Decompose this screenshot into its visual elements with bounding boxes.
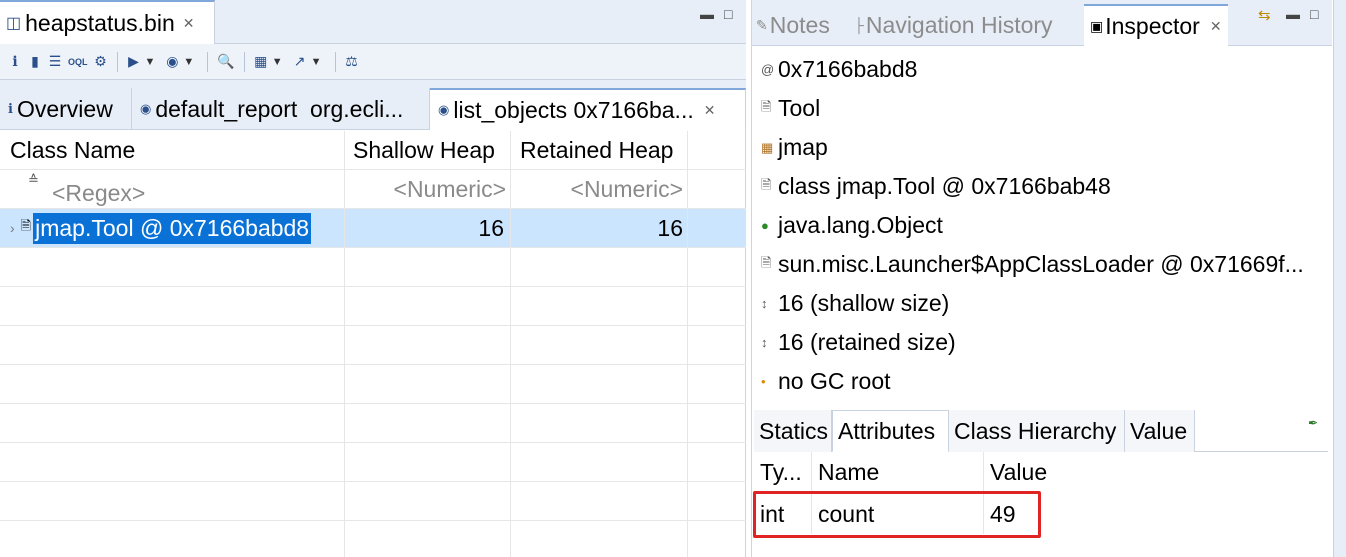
property-class-name: 🗎 Tool [761,95,821,121]
link-with-editor-icon[interactable]: ⇆ [1258,6,1271,24]
tab-inspector[interactable]: ▣ Inspector ✕ [1084,4,1228,46]
tab-notes[interactable]: ✎ Notes [756,4,830,46]
side-panel-edge [1333,0,1346,557]
shallow-heap-filter[interactable]: <Numeric> [345,170,511,208]
empty-row [0,248,746,287]
heap-dump-overview-icon[interactable]: ⚙ [94,53,108,70]
tab-default-report[interactable]: ◉ default_report org.ecli... [132,88,430,130]
filter-row: ≙ <Regex> <Numeric> <Numeric> [0,170,746,209]
chevron-down-icon[interactable]: ▼ [311,56,322,68]
retained-heap-value: 16 [511,209,688,247]
superclass-icon: ● [761,218,769,233]
maximize-icon[interactable]: □ [724,6,732,22]
class-file-icon: 🗎 [761,98,772,114]
object-name: jmap.Tool @ 0x7166babd8 [33,212,312,244]
empty-row [0,443,746,482]
objects-table: Class Name Shallow Heap Retained Heap ≙ … [0,131,746,557]
table-header: Class Name Shallow Heap Retained Heap [0,131,746,170]
property-package: ▦ jmap [761,134,828,160]
tab-class-hierarchy[interactable]: Class Hierarchy [949,410,1125,452]
close-icon[interactable]: ✕ [1210,18,1222,35]
search-icon[interactable]: 🔍 [217,53,234,70]
size-icon: ↕ [761,296,768,311]
calculator-icon[interactable]: ▦ [254,53,268,70]
maximize-icon[interactable]: □ [1310,6,1318,22]
property-classloader: 🗎 sun.misc.Launcher$AppClassLoader @ 0x7… [761,251,1304,277]
class-name-filter[interactable]: ≙ <Regex> [0,170,345,208]
property-superclass: ● java.lang.Object [761,212,943,238]
inspector-icon: ▣ [1090,17,1104,34]
minimize-icon[interactable]: ▬ [1286,6,1300,22]
property-address: @ 0x7166babd8 [761,56,918,82]
column-header-name[interactable]: Name [812,452,984,492]
chevron-down-icon[interactable]: ▼ [272,56,283,68]
tab-statics[interactable]: Statics [754,410,832,452]
column-header-class-name[interactable]: Class Name [0,131,345,169]
address-icon: @ [761,62,775,77]
gc-root-icon: • [761,374,766,389]
empty-row [0,404,746,443]
property-shallow-size: ↕ 16 (shallow size) [761,290,950,316]
histogram-icon[interactable]: ▮ [28,53,42,70]
tab-attributes[interactable]: Attributes [832,410,949,452]
filter-icon: ≙ [28,172,39,187]
empty-row [0,287,746,326]
editor-tab-label: heapstatus.bin [25,9,175,36]
classloader-icon: 🗎 [761,254,772,270]
highlight-annotation [753,491,1041,538]
table-row[interactable]: › 🗎 jmap.Tool @ 0x7166babd8 16 16 [0,209,746,248]
property-gc-root: • no GC root [761,368,891,394]
editor-tabbar: ◫ heapstatus.bin ✕ ▬ □ [0,0,746,44]
heap-dump-icon: ◫ [6,15,22,32]
attribute-tabs: Statics Attributes Class Hierarchy Value… [754,410,1328,452]
editor-toolbar: i ▮ ☰ OQL ⚙ ▶ ▼ ◉ ▼ 🔍 ▦ ▼ ↗ ▼ ⚖ [0,44,746,80]
navigation-history-icon: ├ [854,17,864,33]
empty-row [0,482,746,521]
property-retained-size: ↕ 16 (retained size) [761,329,956,355]
notes-icon: ✎ [756,16,768,33]
pin-icon[interactable]: ✒ [1308,416,1318,430]
column-header-shallow-heap[interactable]: Shallow Heap [345,131,511,169]
query-icon: ◉ [438,102,450,117]
column-header-value[interactable]: Value [984,452,1328,492]
size-icon: ↕ [761,335,768,350]
property-class-object: 🗎 class jmap.Tool @ 0x7166bab48 [761,173,1111,199]
empty-row [0,326,746,365]
group-by-icon[interactable]: ⚖ [345,53,359,70]
export-icon[interactable]: ↗ [293,53,307,70]
close-icon[interactable]: ✕ [704,102,716,119]
close-icon[interactable]: ✕ [183,15,195,32]
column-header-type[interactable]: Ty... [754,452,812,492]
retained-heap-filter[interactable]: <Numeric> [511,170,688,208]
tab-value[interactable]: Value [1125,410,1195,452]
oql-icon[interactable]: OQL [68,57,88,67]
chevron-down-icon[interactable]: ▼ [145,56,156,68]
dominator-tree-icon[interactable]: ☰ [48,53,62,70]
info-icon: i [8,101,13,117]
inspector-pane: ✎ Notes ├ Navigation History ▣ Inspector… [751,0,1332,557]
run-expert-system-icon[interactable]: ▶ [127,53,141,70]
report-icon: ◉ [140,101,152,116]
shallow-heap-value: 16 [345,209,511,247]
editor-tab-heapstatus[interactable]: ◫ heapstatus.bin ✕ [0,0,215,44]
tab-list-objects[interactable]: ◉ list_objects 0x7166ba... ✕ [430,88,746,130]
object-icon: 🗎 [20,218,32,233]
minimize-icon[interactable]: ▬ [700,6,714,22]
info-icon[interactable]: i [8,54,22,70]
empty-row [0,521,746,557]
query-browser-icon[interactable]: ◉ [165,53,179,70]
column-header-retained-heap[interactable]: Retained Heap [511,131,688,169]
tab-navigation-history[interactable]: ├ Navigation History [854,4,1053,46]
editor-pane: ◫ heapstatus.bin ✕ ▬ □ i ▮ ☰ OQL ⚙ ▶ ▼ ◉… [0,0,746,557]
inspector-tabbar: ✎ Notes ├ Navigation History ▣ Inspector… [752,0,1332,46]
query-result-tabs: i Overview ◉ default_report org.ecli... … [0,80,746,130]
tab-overview[interactable]: i Overview [0,88,132,130]
attributes-header: Ty... Name Value [754,452,1328,492]
package-icon: ▦ [761,139,774,155]
chevron-down-icon[interactable]: ▼ [183,56,194,68]
class-object-icon: 🗎 [761,176,772,192]
expand-icon[interactable]: › [10,220,15,236]
empty-row [0,365,746,404]
